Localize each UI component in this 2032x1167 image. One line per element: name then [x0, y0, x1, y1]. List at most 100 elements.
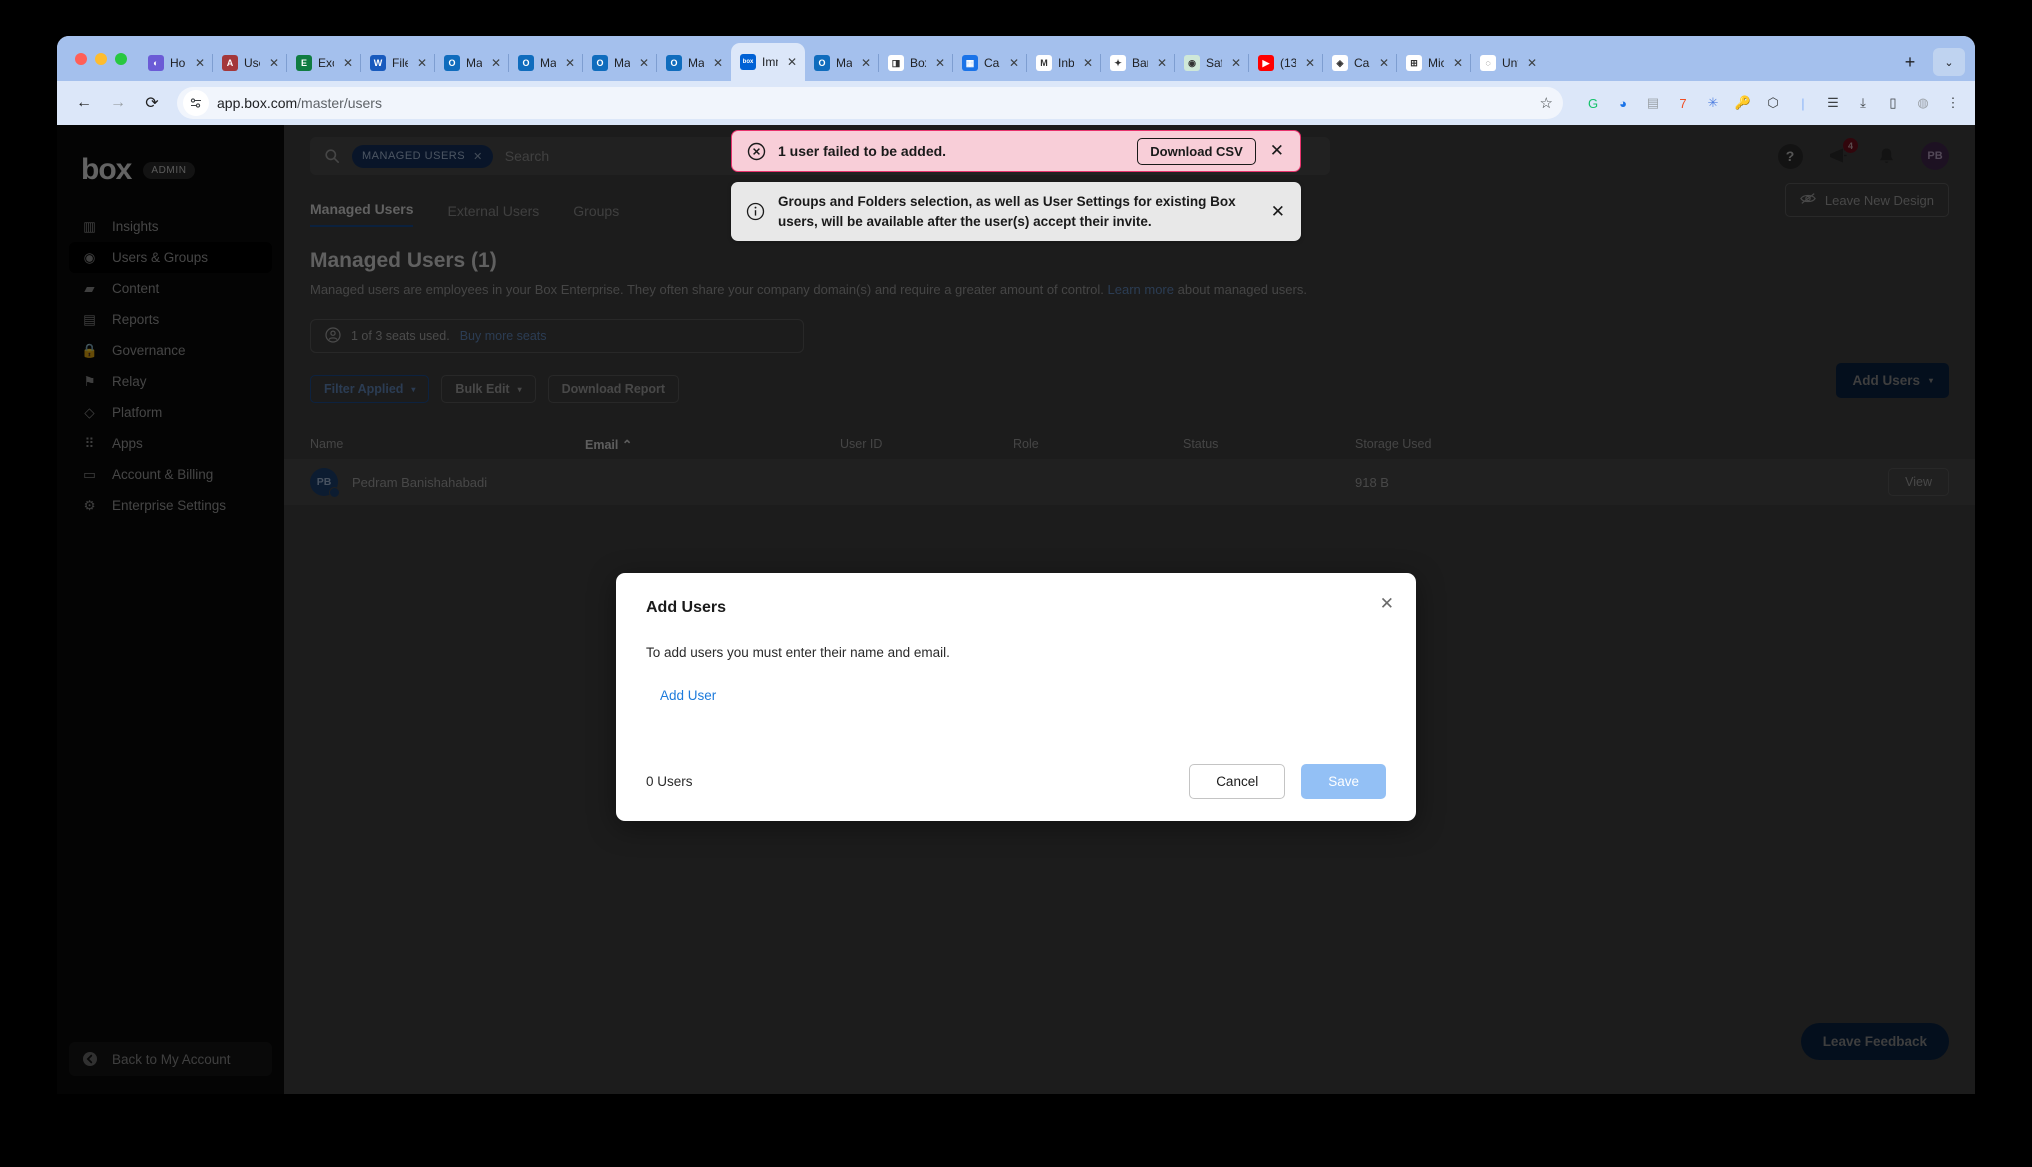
gmail-icon: M [1036, 55, 1052, 71]
browser-tab[interactable]: M Inbo ✕ [1026, 45, 1101, 81]
error-notification: 1 user failed to be added. Download CSV … [731, 130, 1301, 172]
browser-tab[interactable]: ▦ Cale ✕ [952, 45, 1027, 81]
browser-tab-title: Box. [910, 56, 926, 70]
close-window-button[interactable] [75, 52, 87, 65]
minimize-window-button[interactable] [95, 52, 107, 65]
chrome-menu-icon[interactable]: ⋮ [1943, 93, 1963, 113]
tab-separator [212, 54, 213, 72]
browser-tab[interactable]: box Imm ✕ [731, 43, 805, 81]
browser-tab[interactable]: E Exch ✕ [286, 45, 361, 81]
modal-actions: Cancel Save [1189, 764, 1386, 799]
split-divider: | [1801, 95, 1805, 111]
tab-separator [1026, 54, 1027, 72]
close-icon[interactable]: ✕ [1268, 141, 1286, 161]
tab-search-button[interactable]: ⌄ [1933, 48, 1965, 76]
close-icon[interactable]: ✕ [784, 54, 800, 70]
close-icon[interactable]: ✕ [1154, 55, 1170, 71]
user-count-label: 0 Users [646, 774, 693, 789]
url-path: /master/users [297, 95, 382, 111]
reload-icon[interactable]: ⟳ [137, 88, 167, 118]
close-icon[interactable]: ✕ [1380, 594, 1394, 614]
outlook-icon: O [518, 55, 534, 71]
site-settings-icon[interactable] [183, 90, 209, 116]
browser-tab[interactable]: O Mail ✕ [582, 45, 657, 81]
close-icon[interactable]: ✕ [562, 55, 578, 71]
address-bar[interactable]: app.box.com/master/users ☆ [177, 87, 1563, 119]
close-icon[interactable]: ✕ [858, 55, 874, 71]
browser-tab[interactable]: O Mail ✕ [434, 45, 509, 81]
profile-avatar-icon[interactable]: ◍ [1913, 93, 1933, 113]
calendar-icon: ▦ [962, 55, 978, 71]
outlook-icon: O [814, 55, 830, 71]
add-user-link[interactable]: Add User [660, 688, 716, 703]
close-icon[interactable]: ✕ [1006, 55, 1022, 71]
tab-separator [656, 54, 657, 72]
browser-tab[interactable]: ◐ Hom ✕ [139, 45, 213, 81]
reading-list-icon[interactable]: ☰ [1823, 93, 1843, 113]
cancel-button[interactable]: Cancel [1189, 764, 1286, 799]
close-icon[interactable]: ✕ [710, 55, 726, 71]
close-icon[interactable]: ✕ [340, 55, 356, 71]
browser-tab[interactable]: W Files ✕ [360, 45, 435, 81]
browser-tab[interactable]: ◉ Safa ✕ [1174, 45, 1249, 81]
browser-tab[interactable]: ◈ Cabi ✕ [1322, 45, 1397, 81]
close-icon[interactable]: ✕ [1524, 55, 1540, 71]
asterisk-extension-icon[interactable]: ✳ [1703, 93, 1723, 113]
browser-tab[interactable]: O Mail ✕ [508, 45, 583, 81]
browser-tab-title: Mail [688, 56, 704, 70]
tab-separator [1248, 54, 1249, 72]
browser-tab[interactable]: ◨ Box. ✕ [878, 45, 953, 81]
close-icon[interactable]: ✕ [1080, 55, 1096, 71]
close-icon[interactable]: ✕ [1269, 202, 1287, 222]
browser-tab-title: Inbo [1058, 56, 1074, 70]
close-icon[interactable]: ✕ [1302, 55, 1318, 71]
star-icon[interactable]: ☆ [1540, 94, 1553, 112]
save-button[interactable]: Save [1301, 764, 1386, 799]
download-csv-button[interactable]: Download CSV [1137, 137, 1256, 165]
honey-extension-icon[interactable]: 🔑 [1733, 93, 1753, 113]
close-icon[interactable]: ✕ [192, 55, 208, 71]
side-panel-icon[interactable]: ▯ [1883, 93, 1903, 113]
back-arrow-icon[interactable]: ← [69, 88, 99, 118]
url-domain: app.box.com [217, 95, 298, 111]
tab-separator [1174, 54, 1175, 72]
tab-separator [1396, 54, 1397, 72]
close-icon[interactable]: ✕ [636, 55, 652, 71]
clock-extension-icon[interactable]: ◕ [1613, 93, 1633, 113]
close-icon[interactable]: ✕ [932, 55, 948, 71]
close-icon[interactable]: ✕ [1376, 55, 1392, 71]
browser-tab[interactable]: ✦ Bard ✕ [1100, 45, 1175, 81]
clipboard-extension-icon[interactable]: ▤ [1643, 93, 1663, 113]
browser-tab[interactable]: ⊞ Micr ✕ [1396, 45, 1471, 81]
downloads-icon[interactable]: ⤓ [1853, 93, 1873, 113]
browser-tab-title: Unti [1502, 56, 1518, 70]
box-admin-app: box ADMIN ▥Insights◉Users & Groups▰Conte… [57, 125, 1975, 1094]
notification-stack: 1 user failed to be added. Download CSV … [731, 130, 1301, 242]
info-message: Groups and Folders selection, as well as… [778, 194, 1236, 229]
microsoft-icon: ⊞ [1406, 55, 1422, 71]
close-icon[interactable]: ✕ [1228, 55, 1244, 71]
new-tab-button[interactable]: + [1895, 47, 1925, 77]
forward-arrow-icon[interactable]: → [103, 88, 133, 118]
tab-separator [1322, 54, 1323, 72]
browser-tab-title: (13) [1280, 56, 1296, 70]
browser-tab-title: Cale [984, 56, 1000, 70]
grammarly-icon[interactable]: G [1583, 93, 1603, 113]
tango-extension-icon[interactable]: 7 [1673, 93, 1693, 113]
window-traffic-lights [67, 36, 139, 81]
maximize-window-button[interactable] [115, 52, 127, 65]
browser-tab[interactable]: O Mail ✕ [805, 45, 879, 81]
browser-tab[interactable]: ◌ Unti ✕ [1470, 45, 1545, 81]
close-icon[interactable]: ✕ [266, 55, 282, 71]
tab-separator [434, 54, 435, 72]
browser-tab-title: Mail [540, 56, 556, 70]
browser-tab-title: Hom [170, 56, 186, 70]
browser-tab[interactable]: O Mail ✕ [656, 45, 731, 81]
puzzle-extensions-icon[interactable]: ⬡ [1763, 93, 1783, 113]
browser-tab[interactable]: ▶ (13) ✕ [1248, 45, 1323, 81]
browser-tab[interactable]: A User ✕ [212, 45, 287, 81]
close-icon[interactable]: ✕ [1450, 55, 1466, 71]
close-icon[interactable]: ✕ [488, 55, 504, 71]
close-icon[interactable]: ✕ [414, 55, 430, 71]
browser-tab-strip: ◐ Hom ✕ A User ✕ E Exch ✕ W Files ✕ O Mail ✕ O Mail ✕ O Mai… [57, 36, 1975, 81]
